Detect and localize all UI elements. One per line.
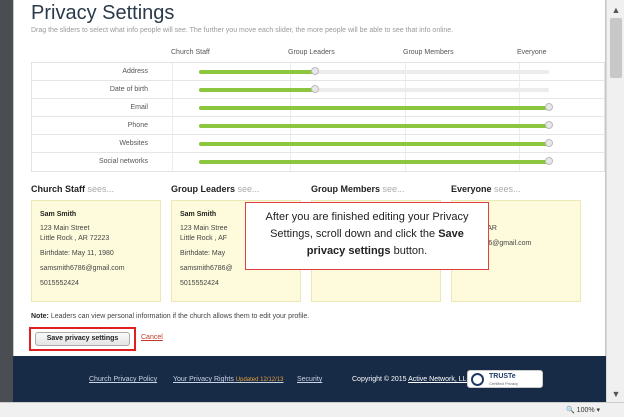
slider-row: Address	[32, 63, 604, 81]
slider-handle[interactable]	[545, 157, 553, 165]
card-line: Birthdate: May 11, 1980	[40, 250, 114, 257]
privacy-slider-track[interactable]	[199, 67, 549, 75]
card-line: Little Rock , AR 72223	[40, 235, 110, 242]
column-divider	[172, 117, 173, 134]
column-divider	[172, 63, 173, 80]
privacy-settings-page: Privacy Settings Drag the sliders to sel…	[13, 0, 606, 356]
column-header-group-leaders: Group Leaders	[288, 49, 335, 56]
copyright-text: Copyright © 2015 Active Network, LLC	[352, 376, 472, 383]
slider-label: Email	[130, 104, 148, 111]
site-footer: Church Privacy Policy Your Privacy Right…	[13, 356, 606, 402]
church-privacy-policy-link[interactable]: Church Privacy Policy	[89, 376, 157, 383]
card-line: samsmith6786@gmail.com	[40, 265, 125, 272]
column-divider	[172, 81, 173, 98]
slider-fill	[199, 124, 549, 128]
save-privacy-settings-button[interactable]: Save privacy settings	[35, 332, 130, 346]
truste-badge[interactable]: TRUSTe Certified Privacy	[467, 370, 543, 388]
truste-logo-icon	[471, 373, 484, 386]
card-name: Sam Smith	[40, 211, 77, 218]
security-link[interactable]: Security	[297, 376, 322, 383]
slider-row: Email	[32, 99, 604, 117]
leaders-note: Note: Leaders can view personal informat…	[31, 313, 310, 320]
everyone-sees-heading: Everyone sees...	[451, 184, 521, 194]
privacy-slider-table: Address Date of birth Email Phone Websites So…	[31, 62, 605, 172]
slider-handle[interactable]	[310, 67, 319, 75]
privacy-slider-track[interactable]	[199, 157, 553, 165]
slider-label: Phone	[127, 122, 148, 129]
slider-handle[interactable]	[545, 121, 553, 129]
privacy-slider-track[interactable]	[199, 85, 549, 93]
card-line: 5015552424	[180, 280, 219, 287]
active-network-link[interactable]: Active Network, LLC	[408, 376, 471, 383]
slider-row: Social networks	[32, 153, 604, 171]
slider-fill	[199, 160, 549, 164]
slider-label: Date of birth	[109, 86, 148, 93]
page-title: Privacy Settings	[31, 2, 175, 24]
slider-fill	[199, 70, 315, 74]
slider-label: Websites	[119, 140, 148, 147]
save-button-highlight: Save privacy settings	[29, 327, 136, 351]
vertical-scrollbar[interactable]: ▲ ▼	[606, 0, 624, 402]
slider-handle[interactable]	[545, 139, 553, 147]
card-line: 123 Main Street	[40, 225, 90, 232]
privacy-slider-track[interactable]	[199, 139, 553, 147]
privacy-slider-track[interactable]	[199, 103, 553, 111]
slider-row: Date of birth	[32, 81, 604, 99]
status-bar: 🔍 100% ▾	[0, 402, 624, 417]
privacy-slider-track[interactable]	[199, 121, 553, 129]
scrollbar-thumb[interactable]	[610, 18, 622, 78]
slider-handle[interactable]	[310, 85, 319, 93]
instruction-callout: After you are finished editing your Priv…	[245, 202, 489, 270]
slider-handle[interactable]	[545, 103, 553, 111]
card-line: 5015552424	[40, 280, 79, 287]
slider-label: Social networks	[98, 158, 148, 165]
slider-row: Phone	[32, 117, 604, 135]
your-privacy-rights-link[interactable]: Your Privacy Rights Updated 12/12/13	[173, 376, 284, 383]
column-header-everyone: Everyone	[517, 49, 547, 56]
column-header-group-members: Group Members	[403, 49, 454, 56]
slider-fill	[199, 106, 549, 110]
magnifier-icon: 🔍	[566, 407, 575, 414]
column-header-church-staff: Church Staff	[171, 49, 210, 56]
church-staff-sees-heading: Church Staff sees...	[31, 184, 115, 194]
slider-label: Address	[122, 68, 148, 75]
scroll-down-icon[interactable]: ▼	[610, 388, 622, 400]
cancel-link[interactable]: Cancel	[141, 334, 163, 341]
zoom-level[interactable]: 🔍 100% ▾	[566, 406, 600, 414]
column-divider	[172, 135, 173, 152]
group-members-sees-heading: Group Members see...	[311, 184, 405, 194]
page-subtitle: Drag the sliders to select what info peo…	[31, 27, 454, 34]
column-divider	[172, 99, 173, 116]
scroll-up-icon[interactable]: ▲	[610, 4, 622, 16]
column-divider	[172, 153, 173, 171]
church-staff-preview-card: Sam Smith 123 Main Street Little Rock , AR…	[31, 200, 161, 302]
slider-fill	[199, 88, 315, 92]
group-leaders-sees-heading: Group Leaders see...	[171, 184, 260, 194]
slider-fill	[199, 142, 549, 146]
slider-row: Websites	[32, 135, 604, 153]
